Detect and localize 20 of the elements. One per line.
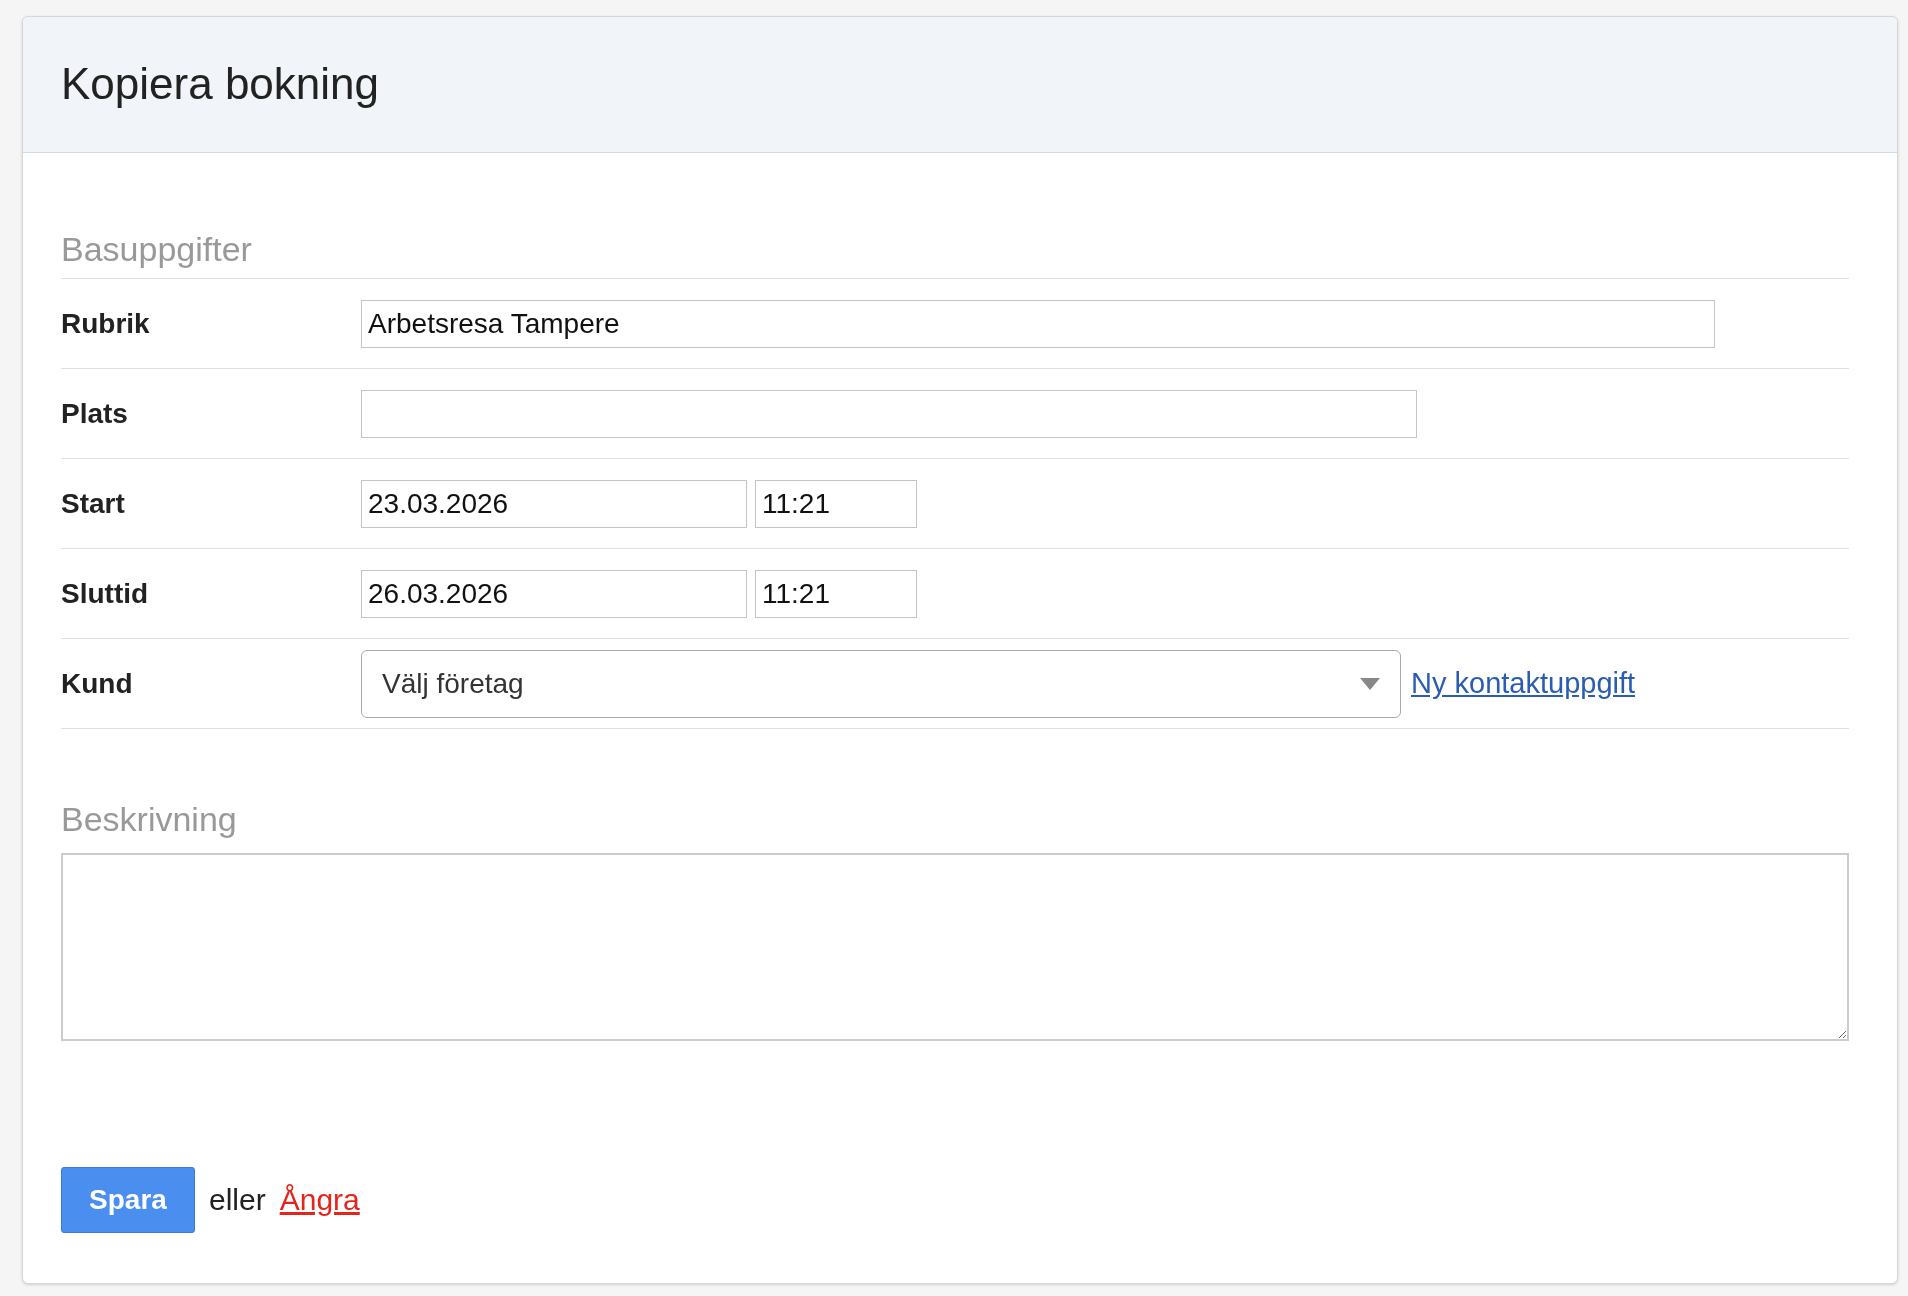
description-field[interactable] <box>61 852 1849 1041</box>
caret-icon <box>1360 677 1380 690</box>
text-field[interactable]: Arbetsresa Tampere <box>361 299 1715 348</box>
cancel-link[interactable]: Ångra <box>279 1177 360 1223</box>
section-heading: Basuppgifter <box>61 153 1849 280</box>
text-field[interactable] <box>361 389 1417 438</box>
page-title: Kopiera bokning <box>61 58 379 111</box>
field-label: Sluttid <box>61 576 150 611</box>
field-label: Rubrik <box>61 306 151 341</box>
field-label: Start <box>61 486 126 521</box>
company-select[interactable]: Välj företag <box>361 649 1401 718</box>
new-contact-link[interactable]: Ny kontaktuppgift <box>1411 662 1636 706</box>
date-field[interactable]: 23.03.2026 <box>361 479 747 528</box>
time-field[interactable]: 11:21 <box>755 569 917 618</box>
or-text: eller <box>209 1182 266 1219</box>
section-heading: Beskrivning <box>61 799 238 841</box>
field-label: Kund <box>61 666 134 701</box>
time-field[interactable]: 11:21 <box>755 479 917 528</box>
date-field[interactable]: 26.03.2026 <box>361 569 747 618</box>
field-label: Plats <box>61 396 129 431</box>
